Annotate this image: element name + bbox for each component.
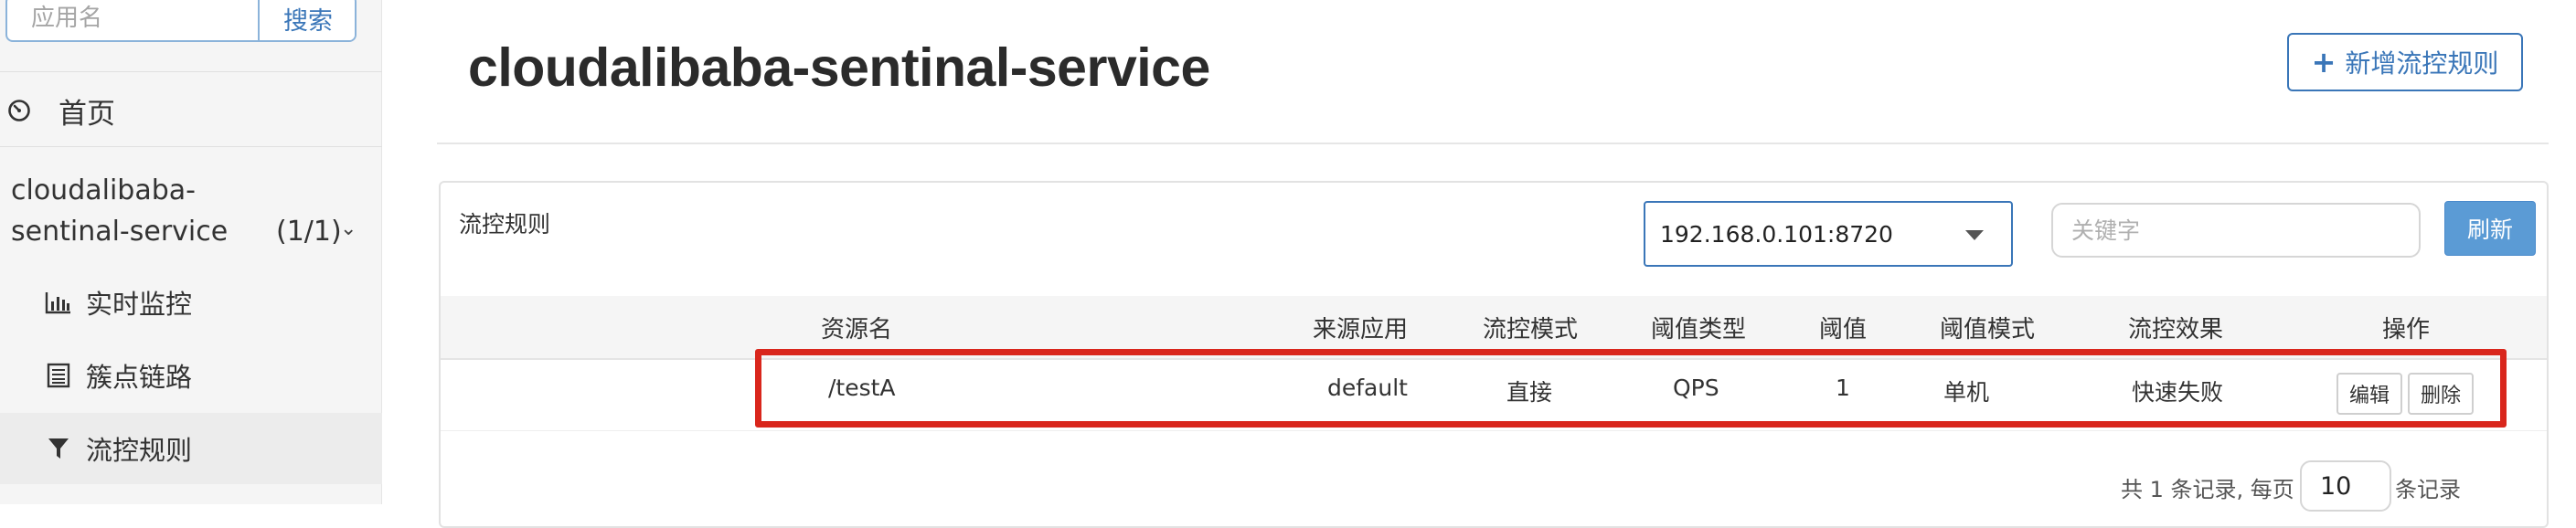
sidebar-item-realtime-monitor[interactable]: 实时监控 xyxy=(0,267,382,338)
column-header-actions: 操作 xyxy=(2382,316,2431,343)
pager-total-text: 共 1 条记录, 每页 xyxy=(2121,477,2294,502)
bar-chart-icon xyxy=(44,290,73,315)
sidebar-divider xyxy=(0,146,382,147)
keyword-input[interactable] xyxy=(2051,203,2421,258)
filter-icon xyxy=(44,436,73,461)
sidebar-item-home[interactable]: 首页 xyxy=(0,82,382,139)
page-title: cloudalibaba-sentinal-service xyxy=(468,37,1210,98)
sidebar-item-label: 簇点链路 xyxy=(86,362,193,393)
dashboard-icon xyxy=(8,100,30,121)
column-header-threshold: 阈值 xyxy=(1819,316,1868,343)
column-header-threshold-mode: 阈值模式 xyxy=(1940,316,2036,343)
search-button[interactable]: 搜索 xyxy=(258,0,355,40)
sidebar-app-count: (1/1) xyxy=(276,216,342,248)
sidebar-divider xyxy=(0,71,382,72)
chevron-down-icon[interactable]: ⌄ xyxy=(340,217,357,240)
sidebar-app-name[interactable]: cloudalibaba-sentinal-service xyxy=(11,170,313,252)
row-highlight-box xyxy=(755,349,2507,428)
sidebar-item-cluster-link[interactable]: 簇点链路 xyxy=(0,340,382,411)
sidebar-item-label: 流控规则 xyxy=(86,435,193,466)
add-flow-rule-button[interactable]: + 新增流控规则 xyxy=(2287,33,2523,91)
column-header-origin: 来源应用 xyxy=(1313,316,1409,343)
column-header-threshold-type: 阈值类型 xyxy=(1651,316,1747,343)
sidebar-item-label: 首页 xyxy=(59,97,115,131)
add-flow-rule-label: 新增流控规则 xyxy=(2345,48,2499,79)
caret-down-icon xyxy=(1965,230,1984,240)
machine-select[interactable]: 192.168.0.101:8720 xyxy=(1644,201,2013,267)
sidebar-item-flow-rules[interactable]: 流控规则 xyxy=(0,413,382,484)
column-header-resource: 资源名 xyxy=(821,316,893,343)
sidebar: 搜索 首页 cloudalibaba-sentinal-service (1/1… xyxy=(0,0,382,504)
refresh-button[interactable]: 刷新 xyxy=(2444,201,2536,256)
column-header-effect: 流控效果 xyxy=(2128,316,2224,343)
pager-suffix: 条记录 xyxy=(2395,477,2461,502)
plus-icon: + xyxy=(2311,45,2336,79)
column-header-mode: 流控模式 xyxy=(1483,316,1579,343)
header-divider xyxy=(437,143,2549,144)
app-search-input[interactable] xyxy=(7,0,258,40)
sidebar-item-label: 实时监控 xyxy=(86,289,193,320)
panel-title: 流控规则 xyxy=(459,211,551,238)
machine-select-value: 192.168.0.101:8720 xyxy=(1660,220,1893,248)
app-search-box: 搜索 xyxy=(5,0,357,42)
list-icon xyxy=(44,363,73,388)
